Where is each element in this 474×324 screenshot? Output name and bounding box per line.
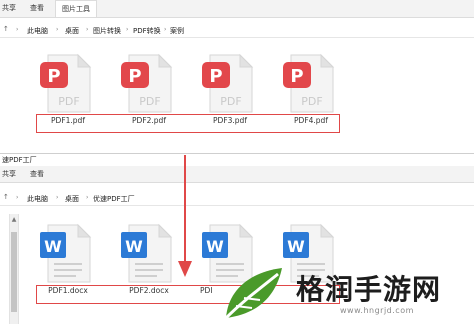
breadcrumb-desktop[interactable]: 桌面 [65, 194, 79, 204]
chevron-right-icon: › [16, 26, 19, 33]
pdf-file-icon: P PDF [202, 53, 254, 113]
tab-share[interactable]: 共享 [2, 3, 16, 13]
address-bar[interactable]: ↑ › 此电脑 › 桌面 › 图片转换 › PDF转换 › 案例 [0, 23, 474, 38]
vertical-scrollbar[interactable]: ▲ [9, 214, 19, 324]
chevron-right-icon: › [16, 194, 19, 201]
tab-view[interactable]: 查看 [30, 169, 44, 179]
address-bar[interactable]: ↑ › 此电脑 › 桌面 › 优速PDF工厂 [0, 191, 474, 206]
chevron-right-icon: › [86, 194, 89, 201]
word-file-icon: W [40, 223, 92, 283]
svg-text:W: W [125, 237, 143, 256]
watermark-url: www.hngrjd.com [340, 306, 414, 315]
scroll-up-icon[interactable]: ▲ [10, 216, 18, 223]
chevron-right-icon: › [164, 26, 167, 33]
scrollbar-thumb[interactable] [11, 232, 17, 312]
svg-text:PDF: PDF [58, 95, 79, 108]
ribbon-tabs: 共享 查看 图片工具 [0, 0, 474, 18]
window-title: 速PDF工厂 [0, 154, 474, 166]
svg-text:W: W [287, 237, 305, 256]
up-arrow-icon[interactable]: ↑ [3, 25, 9, 33]
up-arrow-icon[interactable]: ↑ [3, 193, 9, 201]
svg-text:W: W [44, 237, 62, 256]
ribbon-tabs: 共享 查看 [0, 166, 474, 183]
pdf-file-icon: P PDF [40, 53, 92, 113]
chevron-right-icon: › [86, 26, 89, 33]
svg-text:P: P [209, 66, 222, 87]
svg-text:P: P [290, 66, 303, 87]
svg-text:PDF: PDF [220, 95, 241, 108]
tab-view[interactable]: 查看 [30, 3, 44, 13]
word-file-icon: W [121, 223, 173, 283]
tab-share[interactable]: 共享 [2, 169, 16, 179]
breadcrumb-image-convert[interactable]: 图片转换 [93, 26, 121, 36]
svg-text:W: W [206, 237, 224, 256]
pdf-file-icon: P PDF [283, 53, 335, 113]
breadcrumb-pdf-convert[interactable]: PDF转换 [133, 26, 161, 36]
tab-picture-tools[interactable]: 图片工具 [55, 0, 97, 17]
breadcrumb-this-pc[interactable]: 此电脑 [27, 26, 48, 36]
breadcrumb-case[interactable]: 案例 [170, 26, 184, 36]
file-item[interactable]: W PDF1.docx [38, 222, 98, 295]
selection-highlight-box [36, 114, 340, 133]
svg-text:P: P [47, 66, 60, 87]
breadcrumb-this-pc[interactable]: 此电脑 [27, 194, 48, 204]
watermark: 格润手游网 www.hngrjd.com [218, 262, 474, 324]
breadcrumb-desktop[interactable]: 桌面 [65, 26, 79, 36]
chevron-right-icon: › [56, 194, 59, 201]
chevron-right-icon: › [56, 26, 59, 33]
chevron-right-icon: › [126, 26, 129, 33]
down-arrow-icon [178, 155, 192, 277]
svg-text:P: P [128, 66, 141, 87]
svg-text:PDF: PDF [139, 95, 160, 108]
pdf-file-icon: P PDF [121, 53, 173, 113]
leaf-logo-icon [224, 268, 282, 320]
watermark-text: 格润手游网 [296, 273, 442, 306]
breadcrumb-youso-pdf[interactable]: 优速PDF工厂 [93, 194, 135, 204]
explorer-window-source: 共享 查看 图片工具 ↑ › 此电脑 › 桌面 › 图片转换 › PDF转换 ›… [0, 0, 474, 153]
svg-text:PDF: PDF [301, 95, 322, 108]
file-item[interactable]: W PDF2.docx [119, 222, 179, 295]
